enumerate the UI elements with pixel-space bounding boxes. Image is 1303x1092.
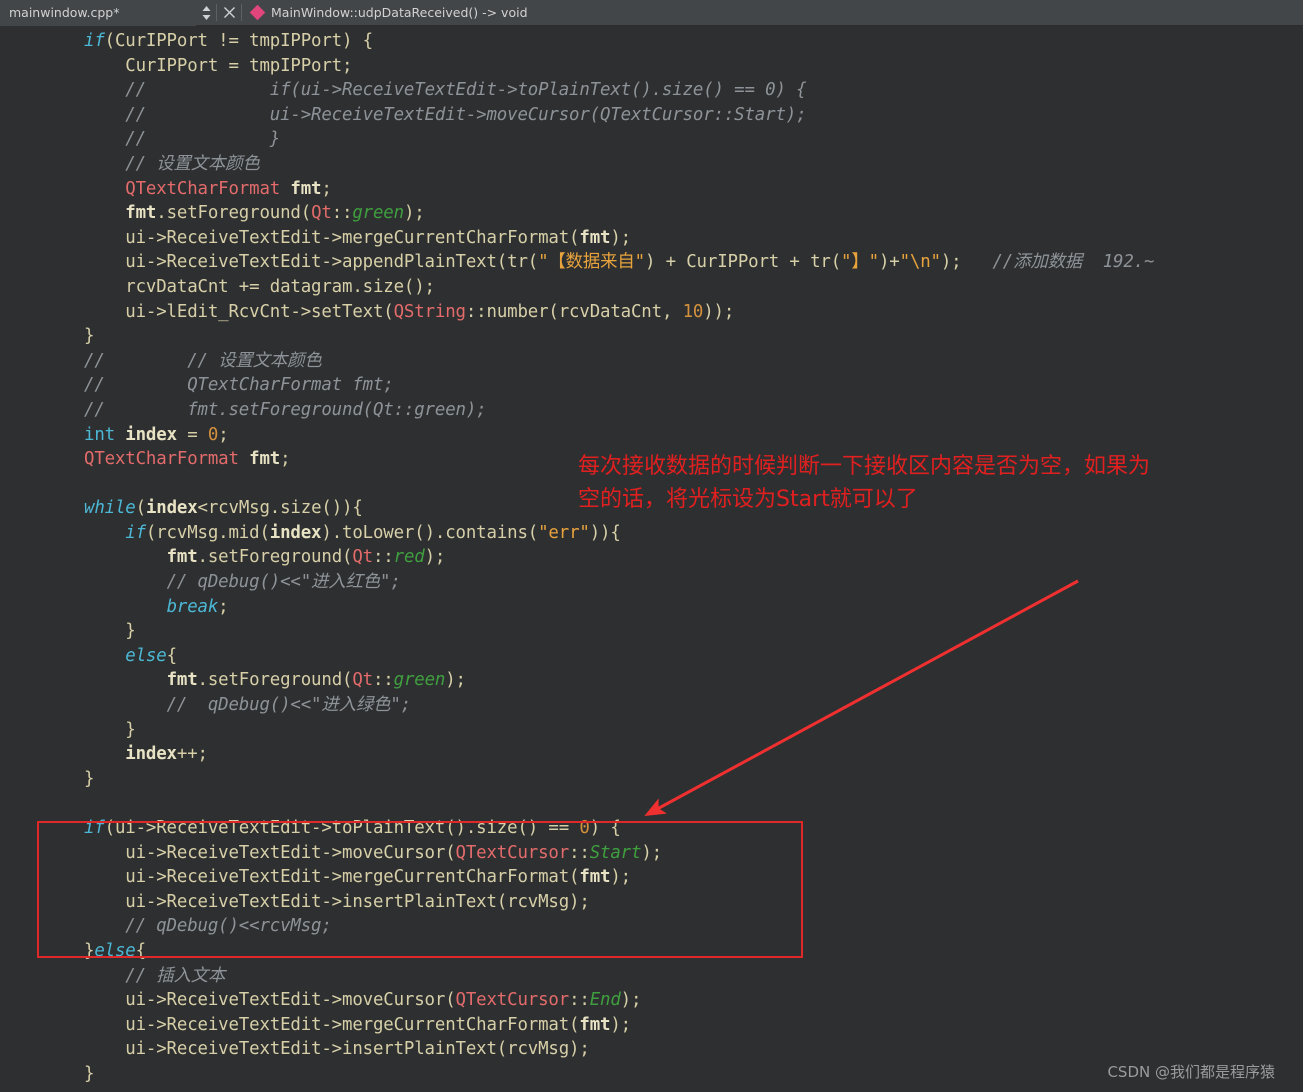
up-down-chevron-icon[interactable] bbox=[196, 0, 216, 26]
annotation-note-text: 每次接收数据的时候判断一下接收区内容是否为空，如果为 空的话，将光标设为Star… bbox=[578, 454, 1151, 512]
code-editor-area[interactable]: if(CurIPPort != tmpIPPort) { CurIPPort =… bbox=[0, 26, 1303, 1092]
file-tab-combobox[interactable]: mainwindow.cpp* bbox=[0, 0, 196, 26]
function-navigation-combobox[interactable]: MainWindow::udpDataReceived() -> void bbox=[242, 0, 528, 26]
method-diamond-icon bbox=[249, 4, 266, 21]
file-tab-label: mainwindow.cpp* bbox=[9, 5, 120, 20]
close-icon[interactable] bbox=[217, 0, 241, 26]
csdn-watermark: CSDN @我们都是程序猿 bbox=[1107, 1063, 1275, 1081]
editor-titlebar: mainwindow.cpp* MainWindow::udpDataRecei… bbox=[0, 0, 1303, 26]
current-function-label: MainWindow::udpDataReceived() -> void bbox=[271, 5, 528, 20]
source-code[interactable]: if(CurIPPort != tmpIPPort) { CurIPPort =… bbox=[84, 29, 1154, 1087]
